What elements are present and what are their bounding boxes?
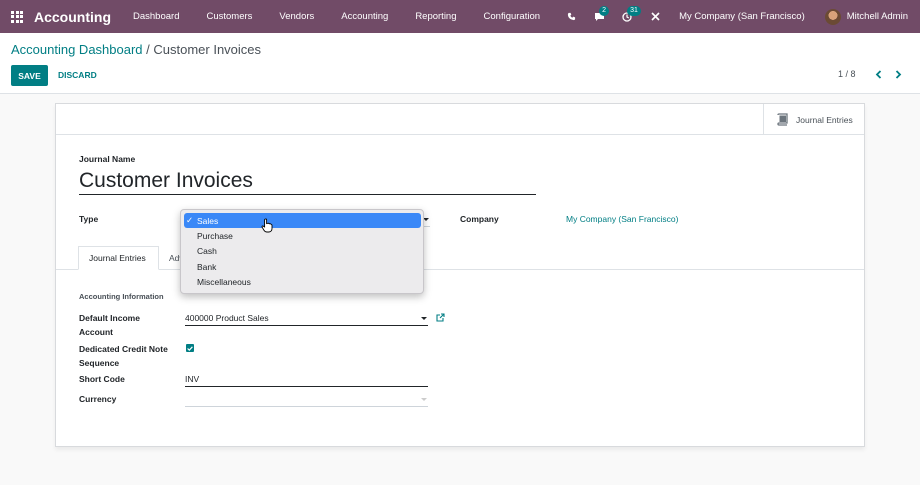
type-option-bank[interactable]: Bank [197, 262, 216, 272]
currency-label: Currency [79, 394, 117, 404]
breadcrumb-current: Customer Invoices [153, 42, 262, 57]
breadcrumb-parent[interactable]: Accounting Dashboard [11, 42, 143, 57]
company-field[interactable]: My Company (San Francisco) [566, 214, 678, 224]
group-title: Accounting Information [79, 292, 164, 301]
short-code-input[interactable]: INV [185, 371, 428, 387]
credit-note-checkbox[interactable] [186, 344, 194, 352]
pager-next-icon[interactable] [892, 67, 904, 81]
book-icon [777, 113, 788, 126]
credit-note-label: Dedicated Credit Note Sequence [79, 342, 168, 370]
form-sheet: Journal Entries Journal Name Customer In… [55, 103, 865, 447]
debug-close-icon[interactable] [641, 0, 669, 33]
button-box: Journal Entries [56, 104, 864, 135]
apps-grid-icon[interactable] [0, 0, 34, 33]
menu-customers[interactable]: Customers [206, 11, 252, 22]
pager-previous-icon[interactable] [872, 67, 884, 81]
menu-accounting[interactable]: Accounting [341, 11, 388, 22]
default-income-label-line2: Account [79, 327, 113, 337]
default-income-account-select[interactable]: 400000 Product Sales [185, 310, 428, 326]
credit-note-label-line1: Dedicated Credit Note [79, 344, 168, 354]
user-menu[interactable]: Mitchell Admin [847, 11, 908, 22]
credit-note-label-line2: Sequence [79, 358, 120, 368]
chat-icon[interactable]: 2 [585, 0, 613, 33]
journal-name-label: Journal Name [79, 154, 136, 164]
default-income-value: 400000 Product Sales [185, 313, 269, 323]
type-dropdown-menu: ✓ Sales Purchase Cash Bank Miscellaneous [180, 209, 424, 294]
company-switcher[interactable]: My Company (San Francisco) [679, 11, 805, 22]
type-option-sales[interactable]: ✓ Sales [184, 213, 421, 228]
app-brand[interactable]: Accounting [34, 9, 111, 25]
smart-button-label: Journal Entries [796, 114, 853, 125]
top-navbar: Accounting Dashboard Customers Vendors A… [0, 0, 920, 33]
save-button[interactable]: SAVE [11, 65, 48, 86]
default-income-label-line1: Default Income [79, 313, 140, 323]
messages-badge: 2 [599, 6, 609, 16]
default-income-label: Default Income Account [79, 311, 140, 339]
short-code-value: INV [185, 374, 200, 384]
phone-icon[interactable] [557, 0, 585, 33]
tab-journal-entries[interactable]: Journal Entries [78, 246, 159, 270]
menu-dashboard[interactable]: Dashboard [133, 11, 179, 22]
type-label: Type [79, 214, 99, 224]
currency-select[interactable] [185, 391, 428, 407]
company-label: Company [460, 214, 499, 224]
breadcrumb-separator: / [142, 42, 154, 57]
menu-reporting[interactable]: Reporting [415, 11, 456, 22]
type-option-miscellaneous[interactable]: Miscellaneous [197, 277, 251, 287]
breadcrumb: Accounting Dashboard / Customer Invoices [11, 42, 261, 57]
activities-badge: 31 [627, 6, 641, 16]
journal-name-input[interactable]: Customer Invoices [79, 168, 536, 195]
checkmark-icon: ✓ [186, 215, 194, 225]
pager-value[interactable]: 1 / 8 [838, 69, 856, 79]
hand-pointer-cursor-icon [261, 218, 274, 235]
discard-button[interactable]: DISCARD [58, 70, 97, 80]
clock-icon[interactable]: 31 [613, 0, 641, 33]
type-option-sales-label: Sales [197, 215, 219, 226]
menu-configuration[interactable]: Configuration [484, 11, 541, 22]
control-panel: Accounting Dashboard / Customer Invoices… [0, 33, 920, 94]
avatar[interactable] [824, 8, 841, 25]
menu-vendors[interactable]: Vendors [279, 11, 314, 22]
short-code-label: Short Code [79, 374, 125, 384]
external-link-icon[interactable] [436, 313, 445, 324]
chevron-down-icon [421, 398, 427, 401]
type-option-cash[interactable]: Cash [197, 246, 217, 256]
type-option-purchase[interactable]: Purchase [197, 231, 233, 241]
journal-entries-smart-button[interactable]: Journal Entries [763, 104, 864, 135]
chevron-down-icon [421, 317, 427, 320]
